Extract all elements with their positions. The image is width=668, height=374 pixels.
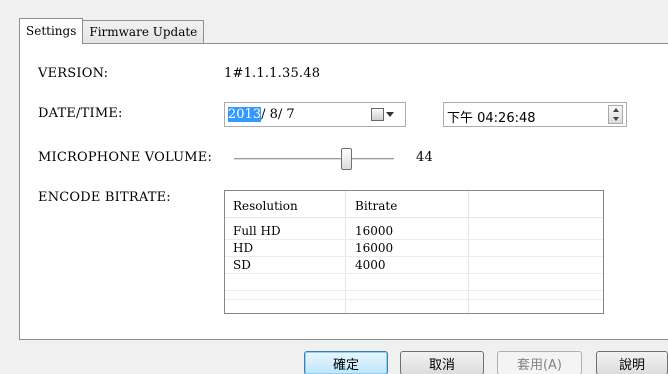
microphone-volume-label: MICROPHONE VOLUME:: [38, 150, 213, 165]
row-divider: [225, 256, 603, 257]
cell-bitrate: 16000: [355, 241, 394, 255]
row-divider: [225, 290, 603, 291]
row-divider: [225, 299, 603, 300]
calendar-icon: [371, 108, 384, 121]
microphone-volume-slider[interactable]: [234, 158, 394, 161]
chevron-down-icon: [386, 112, 394, 117]
microphone-volume-value: 44: [416, 150, 433, 165]
spin-up-icon[interactable]: [612, 108, 619, 113]
cell-bitrate: 16000: [355, 224, 394, 238]
row-divider: [225, 239, 603, 240]
microphone-volume-thumb[interactable]: [340, 148, 352, 170]
column-header-resolution[interactable]: Resolution: [233, 199, 298, 213]
apply-button[interactable]: 套用(A): [497, 351, 582, 374]
version-value: 1#1.1.1.35.48: [224, 66, 321, 81]
settings-dialog: Settings Firmware Update VERSION: 1#1.1.…: [0, 0, 668, 374]
ok-button[interactable]: 確定: [304, 351, 388, 374]
grid-header: Resolution Bitrate: [225, 191, 603, 218]
top-edge: [0, 0, 668, 6]
date-picker[interactable]: 2013/ 8/ 7: [224, 102, 406, 127]
column-header-bitrate[interactable]: Bitrate: [355, 199, 397, 213]
spin-down-icon[interactable]: [612, 116, 619, 121]
date-year-selected[interactable]: 2013: [228, 107, 262, 122]
tab-firmware-update[interactable]: Firmware Update: [82, 20, 205, 44]
help-button[interactable]: 說明: [596, 351, 668, 374]
tab-settings[interactable]: Settings: [19, 18, 84, 44]
datetime-label: DATE/TIME:: [38, 106, 123, 121]
time-field[interactable]: 下午 04:26:48: [447, 107, 536, 126]
table-row[interactable]: Full HD 16000: [225, 224, 603, 239]
cell-bitrate: 4000: [355, 258, 386, 272]
tab-strip: Settings Firmware Update: [19, 18, 205, 44]
date-field[interactable]: 2013/ 8/ 7: [228, 107, 295, 122]
cell-resolution: HD: [233, 241, 254, 255]
table-row[interactable]: SD 4000: [225, 258, 603, 273]
encode-bitrate-label: ENCODE BITRATE:: [38, 190, 171, 205]
cell-resolution: SD: [233, 258, 251, 272]
version-label: VERSION:: [38, 66, 109, 81]
date-month-day[interactable]: / 8/ 7: [261, 107, 295, 122]
row-divider: [225, 273, 603, 274]
bitrate-list[interactable]: Resolution Bitrate Full HD 16000 HD 1600…: [224, 190, 604, 314]
table-row[interactable]: HD 16000: [225, 241, 603, 256]
time-picker[interactable]: 下午 04:26:48: [443, 102, 627, 127]
time-spin-button[interactable]: [608, 105, 623, 124]
calendar-dropdown-button[interactable]: [371, 107, 399, 122]
cancel-button[interactable]: 取消: [400, 351, 484, 374]
cell-resolution: Full HD: [233, 224, 281, 238]
